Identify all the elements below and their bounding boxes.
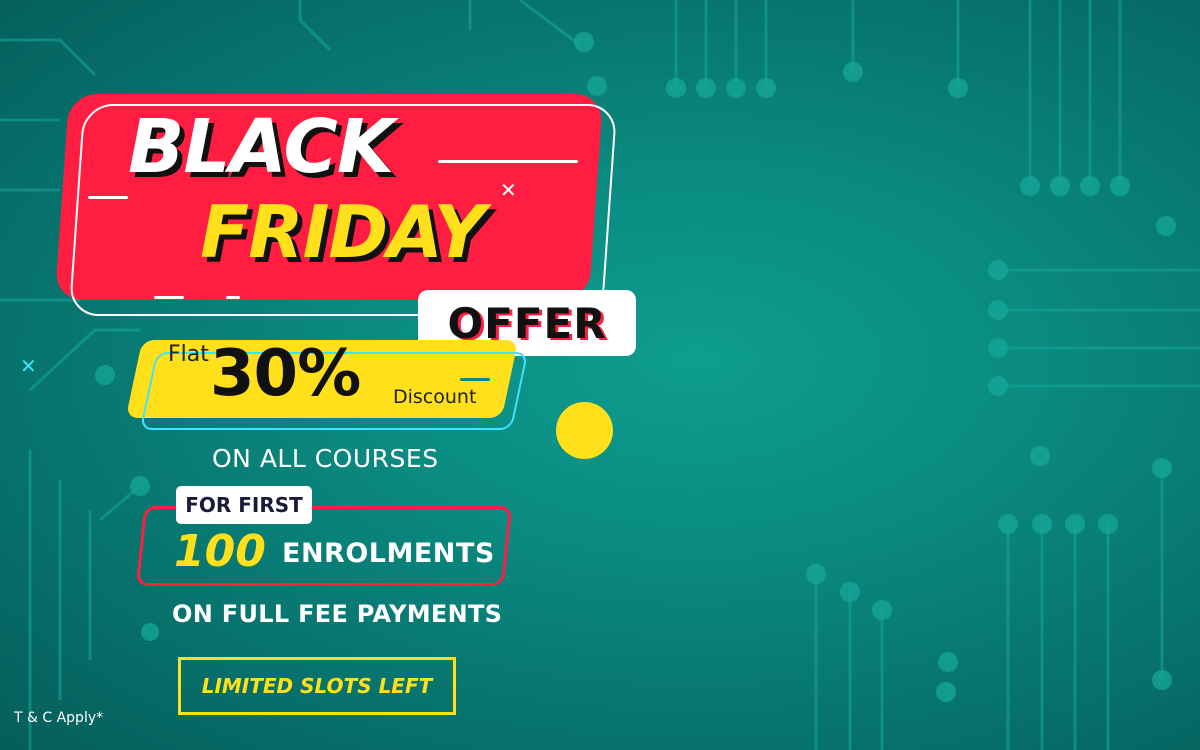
- discount-value: 30%: [210, 337, 361, 411]
- close-cross-icon: ✕: [500, 178, 517, 202]
- decor-dash: [154, 296, 184, 299]
- headline-friday: FRIDAY: [200, 190, 486, 274]
- limited-slots-button[interactable]: LIMITED SLOTS LEFT: [178, 657, 456, 715]
- for-first-label: FOR FIRST: [185, 493, 303, 517]
- flat-label: Flat: [168, 342, 209, 367]
- headline-black: BLACK: [128, 104, 394, 190]
- decor-dash: [438, 160, 578, 163]
- decor-dash: [460, 378, 490, 381]
- courses-text: ON ALL COURSES: [212, 444, 439, 473]
- limited-slots-label: LIMITED SLOTS LEFT: [201, 674, 433, 698]
- enrolment-label: ENROLMENTS: [282, 538, 495, 569]
- payment-text: ON FULL FEE PAYMENTS: [172, 600, 503, 628]
- decor-dash: [226, 296, 240, 299]
- decor-yellow-dot: [556, 402, 613, 459]
- for-first-badge: FOR FIRST: [176, 486, 312, 524]
- discount-label: Discount: [393, 386, 477, 408]
- decor-dash: [88, 196, 128, 199]
- close-cross-icon: ✕: [20, 354, 37, 378]
- terms-text: T & C Apply*: [14, 710, 104, 726]
- enrolment-count: 100: [174, 526, 266, 577]
